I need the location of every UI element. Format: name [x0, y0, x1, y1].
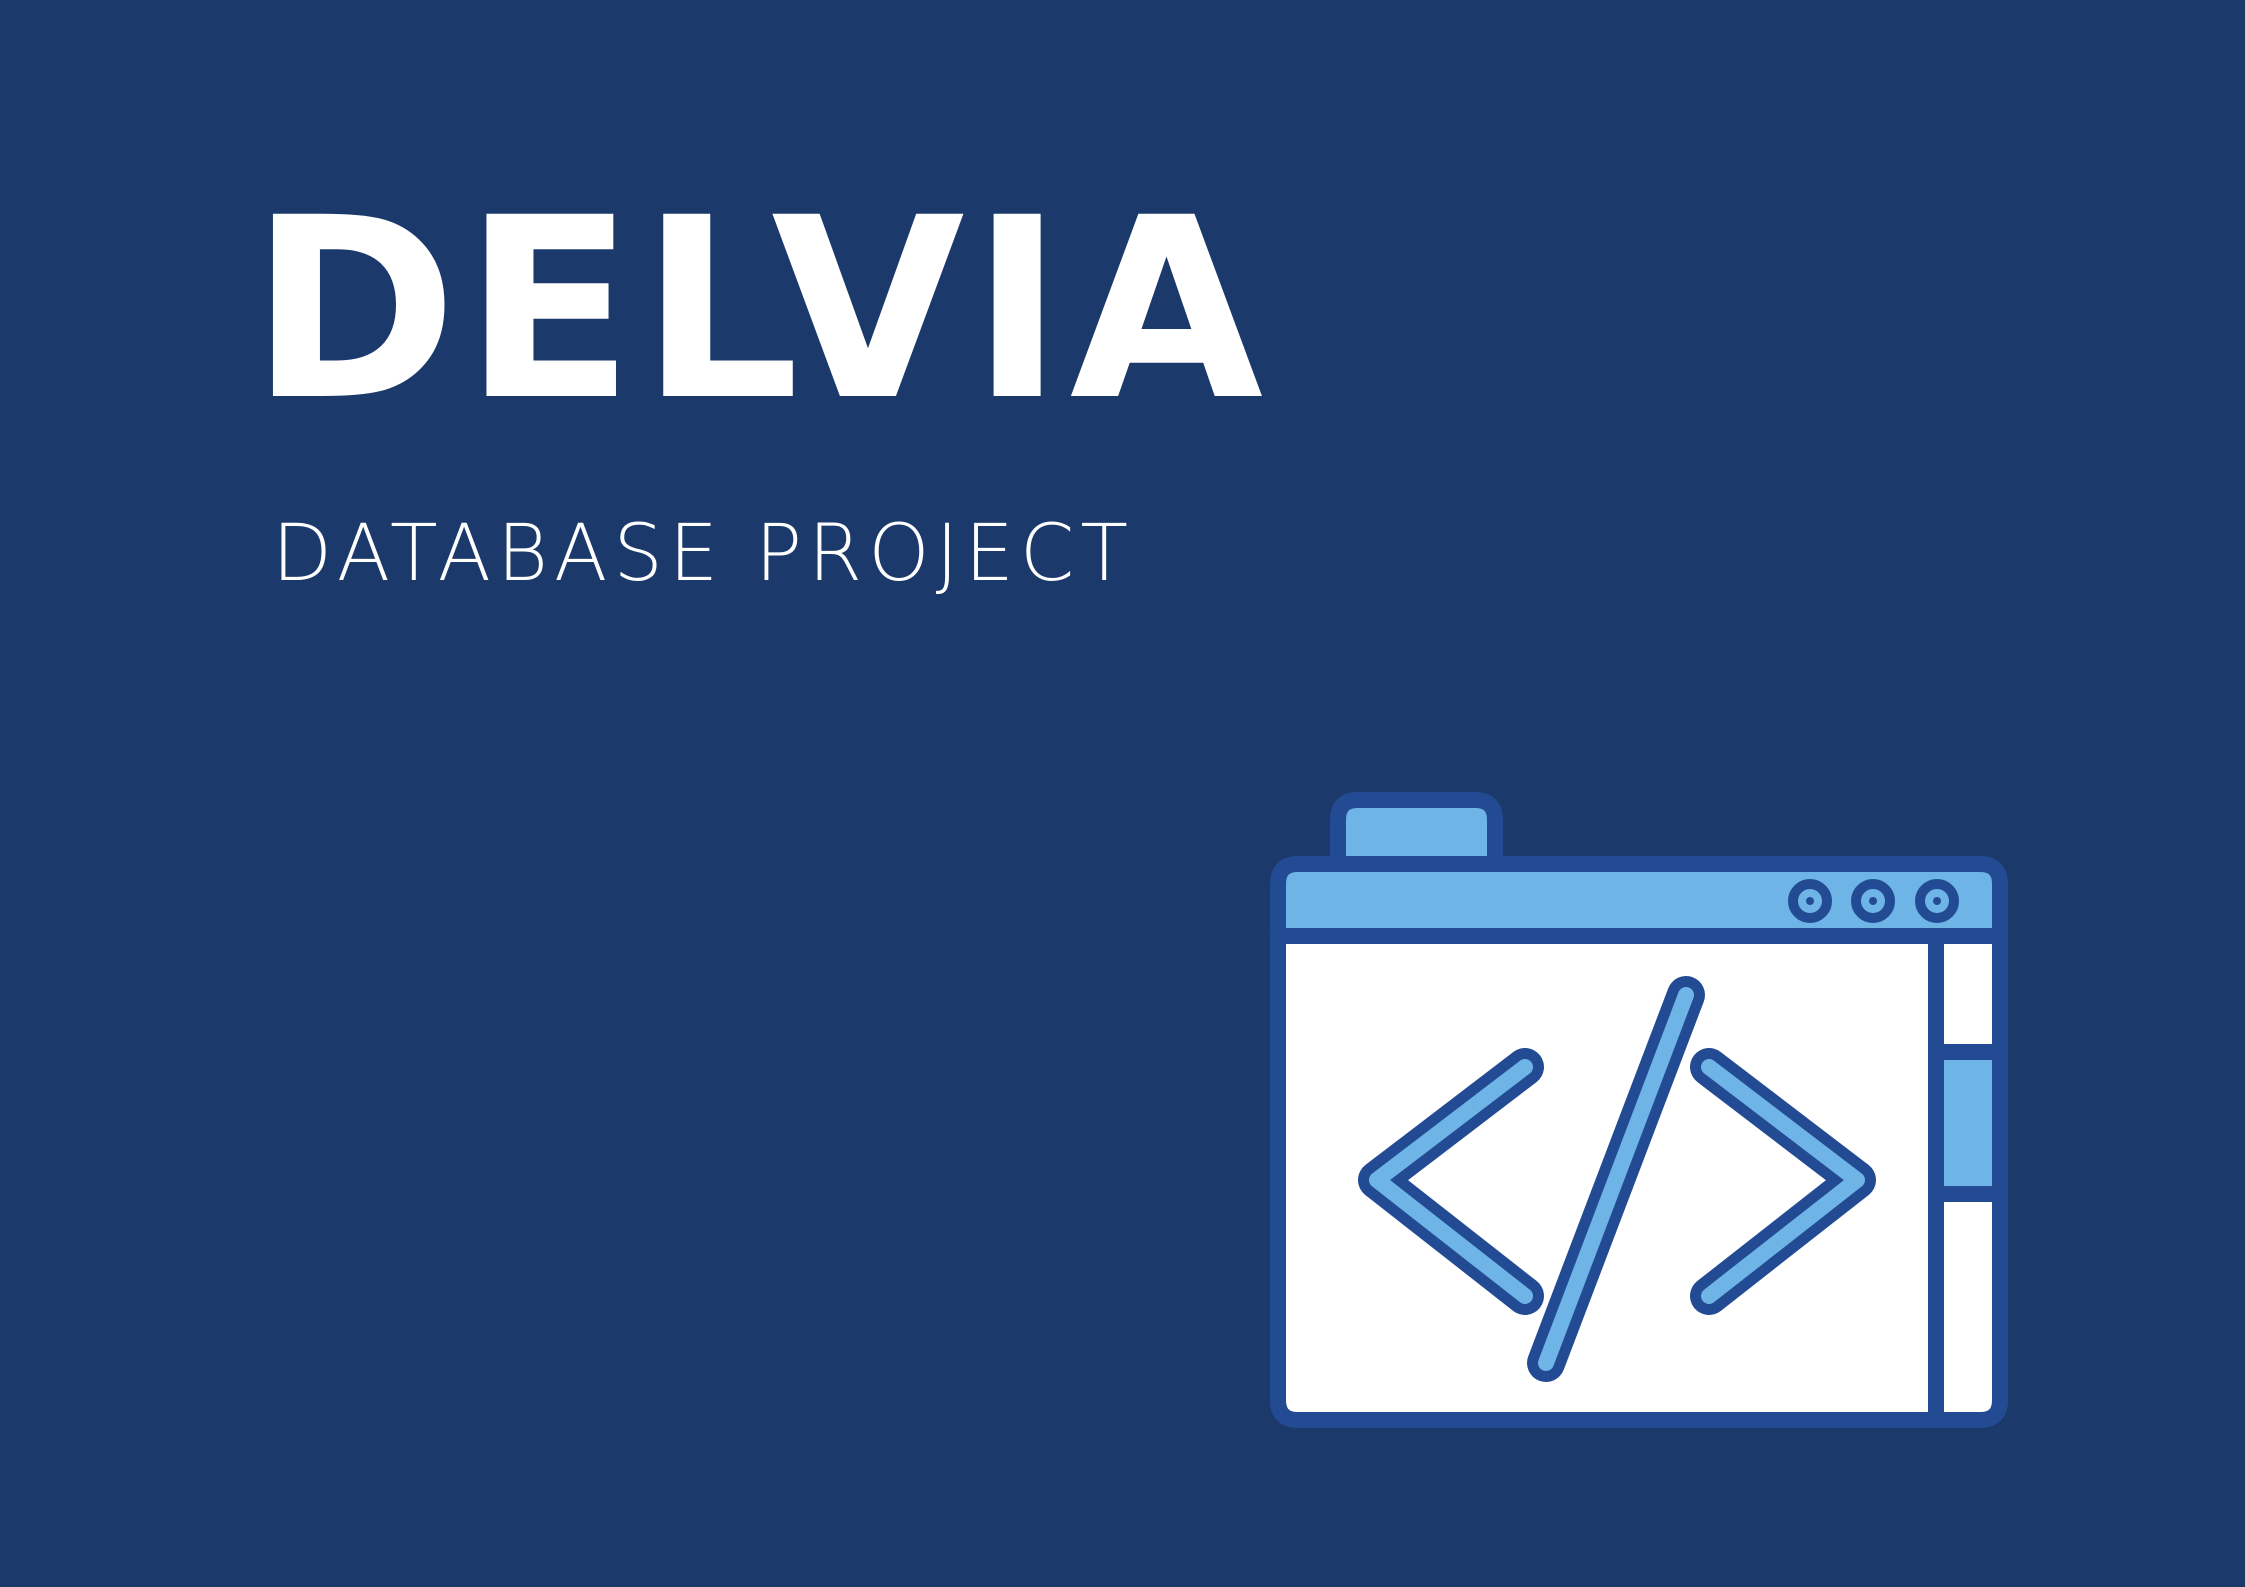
- browser-code-icon: [1270, 792, 2008, 1428]
- cover-page: DELVIA DATABASE PROJECT: [0, 0, 2245, 1587]
- brand-subtitle: DATABASE PROJECT: [272, 509, 1134, 599]
- scrollbar-thumb: [1928, 1044, 2008, 1202]
- brand-title: DELVIA: [250, 164, 1270, 455]
